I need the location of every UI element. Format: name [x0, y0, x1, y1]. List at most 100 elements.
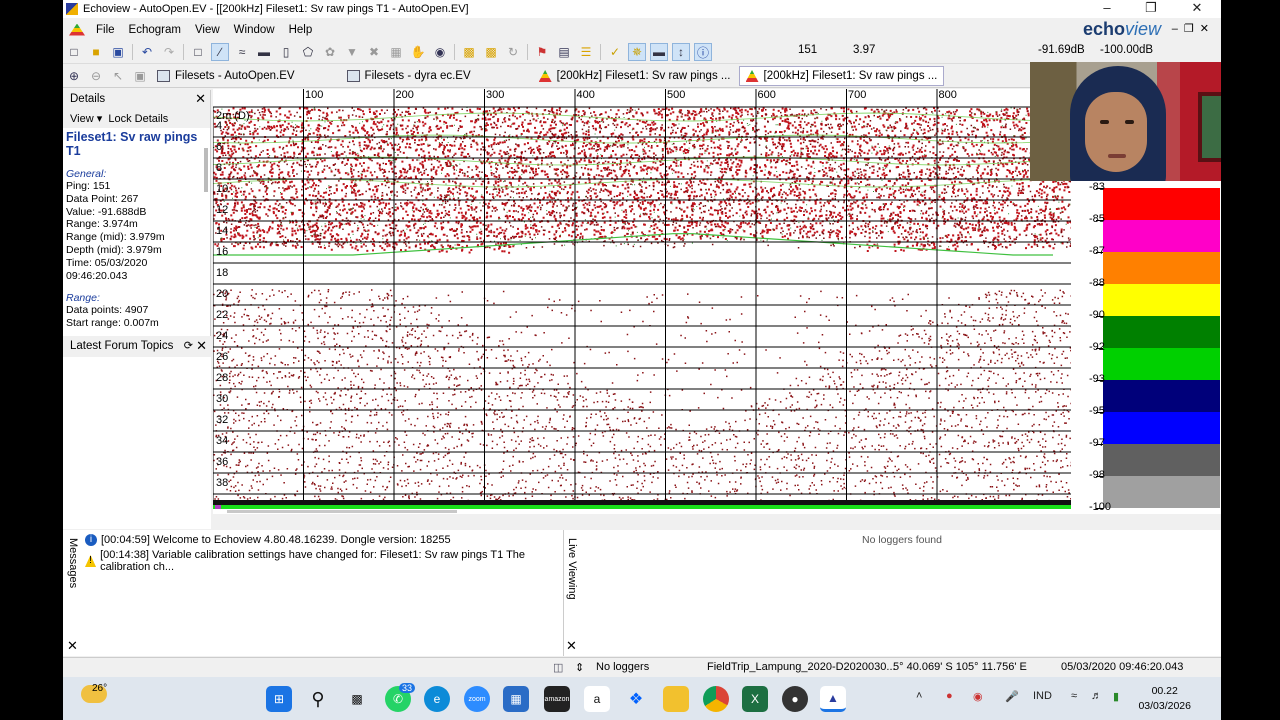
tab-filesets-autoopen[interactable]: Filesets - AutoOpen.EV — [151, 66, 301, 86]
close-icon[interactable]: ✕ — [566, 638, 577, 654]
flag-icon[interactable]: ⚑ — [533, 43, 551, 61]
general-section-title: General: — [66, 168, 107, 180]
stamp-icon[interactable]: ▼ — [343, 43, 361, 61]
polygon-icon[interactable]: ⬠ — [299, 43, 317, 61]
refresh-icon[interactable]: ↻ — [504, 43, 522, 61]
zoom-region-icon[interactable]: ◉ — [431, 43, 449, 61]
document-icon[interactable] — [69, 23, 85, 36]
hand-icon[interactable]: ✋ — [409, 43, 427, 61]
horizontal-scrollbar — [227, 510, 457, 513]
stack-icon[interactable]: ☰ — [577, 43, 595, 61]
store-icon[interactable]: ▦ — [503, 686, 529, 712]
tab-echogram-1[interactable]: [200kHz] Fileset1: Sv raw pings ... — [533, 66, 737, 86]
brush-icon[interactable]: ✿ — [321, 43, 339, 61]
live-viewing-label[interactable]: Live Viewing — [566, 538, 578, 600]
zoom-prev-icon[interactable]: ↖ — [109, 67, 127, 85]
new-icon[interactable]: □ — [65, 43, 83, 61]
check-icon[interactable]: ✓ — [606, 43, 624, 61]
zoom-all-icon[interactable]: ▣ — [131, 67, 149, 85]
details-scrollbar[interactable] — [204, 148, 208, 192]
amazon-app-icon[interactable]: a — [584, 686, 610, 712]
close-button[interactable]: ✕ — [1175, 0, 1219, 18]
view-dropdown[interactable]: View — [70, 113, 94, 125]
excel-icon[interactable]: X — [742, 686, 768, 712]
import-icon[interactable]: ▩ — [482, 43, 500, 61]
region-icon[interactable]: ▦ — [387, 43, 405, 61]
erase-icon[interactable]: ✖ — [365, 43, 383, 61]
tray-shield-icon[interactable]: ◉ — [973, 690, 983, 703]
battery-icon[interactable]: ▮ — [1113, 690, 1119, 703]
redo-icon[interactable]: ↷ — [160, 43, 178, 61]
echogram-canvas[interactable] — [213, 89, 1071, 514]
color-swatch[interactable] — [1103, 316, 1220, 348]
zoom-out-icon[interactable]: ⊖ — [87, 67, 105, 85]
color-swatch[interactable] — [1103, 188, 1220, 220]
color-swatch[interactable] — [1103, 348, 1220, 380]
color-swatch[interactable] — [1103, 476, 1220, 508]
close-icon[interactable]: ✕ — [196, 338, 207, 354]
language-indicator[interactable]: IND — [1033, 690, 1052, 702]
camera-app-icon[interactable]: ● — [782, 686, 808, 712]
search-icon[interactable]: ⚲ — [305, 686, 331, 712]
task-view-icon[interactable]: ▩ — [344, 686, 370, 712]
zoom-in-icon[interactable]: ⊕ — [65, 67, 83, 85]
tray-app-icon[interactable]: ● — [946, 690, 953, 702]
close-icon[interactable]: ✕ — [67, 638, 78, 654]
line-pick-icon[interactable]: ▬ — [650, 43, 668, 61]
messages-label[interactable]: Messages — [67, 538, 79, 588]
menu-window[interactable]: Window — [227, 20, 282, 40]
chrome-icon[interactable] — [703, 686, 729, 712]
amazon-icon[interactable]: amazon — [544, 686, 570, 712]
refresh-icon[interactable]: ⟳ — [184, 339, 193, 352]
close-icon[interactable]: ✕ — [195, 91, 206, 107]
menu-echogram[interactable]: Echogram — [122, 20, 188, 40]
taskbar-clock[interactable]: 00.22 03/03/2026 — [1138, 684, 1191, 714]
color-scale[interactable]: -83 -85 -87 -88 -90 -92 -93 -95 -97 -98 -100 — [1071, 174, 1221, 514]
restore-button[interactable]: ❐ — [1129, 0, 1173, 18]
letterbox-right — [1221, 0, 1280, 720]
color-swatch[interactable] — [1103, 252, 1220, 284]
menu-view[interactable]: View — [188, 20, 227, 40]
save-icon[interactable]: ▣ — [109, 43, 127, 61]
color-swatch[interactable] — [1103, 220, 1220, 252]
chevron-up-icon[interactable]: ˄ — [916, 690, 922, 702]
lock-details-button[interactable]: Lock Details — [108, 113, 168, 125]
info-tool-icon[interactable]: ⓘ — [694, 43, 712, 61]
microphone-icon[interactable]: 🎤 — [1005, 690, 1019, 703]
dropbox-icon[interactable]: ❖ — [623, 686, 649, 712]
logger-toggle-icon[interactable]: ⇕ — [575, 661, 584, 674]
file-explorer-icon[interactable] — [663, 686, 689, 712]
polyline-icon[interactable]: ≈ — [233, 43, 251, 61]
start-icon[interactable]: ⊞ — [266, 686, 292, 712]
depth-icon[interactable]: ↕ — [672, 43, 690, 61]
tab-echogram-2[interactable]: [200kHz] Fileset1: Sv raw pings ... — [738, 66, 945, 86]
volume-icon[interactable]: ♬ — [1091, 690, 1102, 702]
minimize-button[interactable]: – — [1085, 0, 1129, 18]
export-icon[interactable]: ▩ — [460, 43, 478, 61]
vertical-band-icon[interactable]: ▯ — [277, 43, 295, 61]
mdi-window-controls[interactable]: –❐✕ — [1172, 22, 1215, 35]
undo-icon[interactable]: ↶ — [138, 43, 156, 61]
layers-icon[interactable]: ▤ — [555, 43, 573, 61]
select-rect-icon[interactable]: □ — [189, 43, 207, 61]
open-icon[interactable]: ■ — [87, 43, 105, 61]
echoview-taskbar-icon[interactable]: ▲ — [820, 686, 846, 712]
color-swatch[interactable] — [1103, 444, 1220, 476]
fish-track-icon[interactable]: ✵ — [628, 43, 646, 61]
line-tool-icon[interactable]: ∕ — [211, 43, 229, 61]
message-row[interactable]: i [00:04:59] Welcome to Echoview 4.80.48.… — [85, 534, 451, 546]
color-swatch[interactable] — [1103, 412, 1220, 444]
color-swatch[interactable] — [1103, 380, 1220, 412]
edge-icon[interactable]: e — [424, 686, 450, 712]
echogram-view[interactable]: 100 200 300 400 500 600 700 800 4 6 8 10 12 14 16 18 20… — [213, 89, 1071, 514]
message-row[interactable]: ! [00:14:38] Variable calibration setting… — [85, 549, 563, 573]
zoom-icon[interactable]: zoom — [464, 686, 490, 712]
menu-help[interactable]: Help — [282, 20, 320, 40]
tab-filesets-dyra[interactable]: Filesets - dyra ec.EV — [341, 66, 477, 86]
threshold-readout: -100.00dB — [1100, 44, 1154, 56]
color-swatch[interactable] — [1103, 284, 1220, 316]
wifi-icon[interactable]: ≈ — [1071, 690, 1077, 702]
menu-file[interactable]: File — [89, 20, 122, 40]
horizontal-band-icon[interactable]: ▬ — [255, 43, 273, 61]
no-loggers-found-text: No loggers found — [862, 534, 942, 546]
